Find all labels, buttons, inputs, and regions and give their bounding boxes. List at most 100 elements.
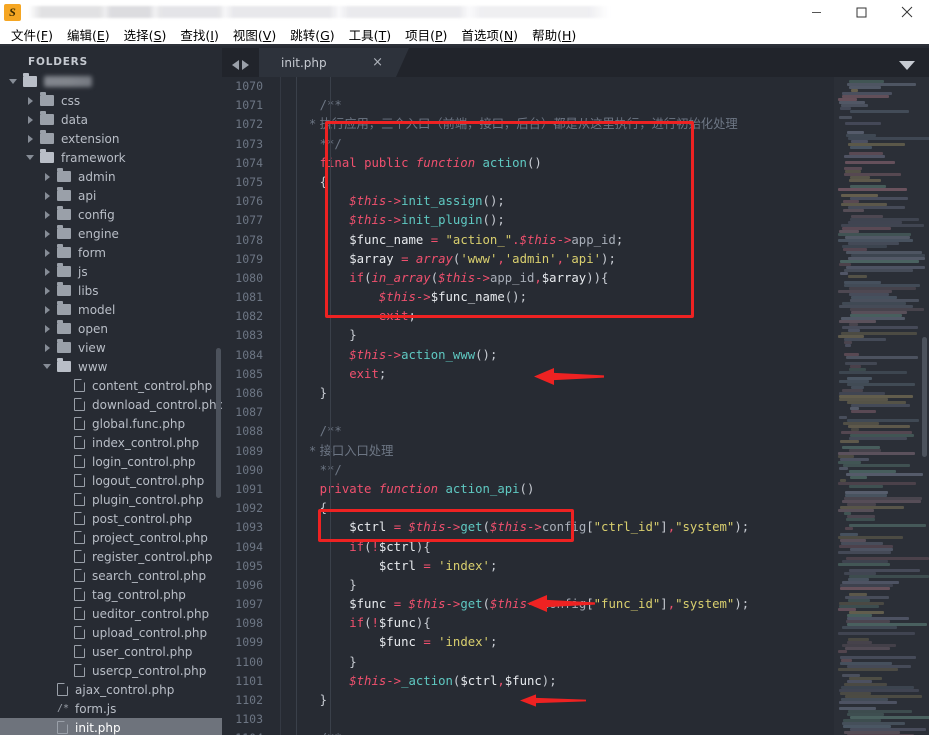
chevron-right-icon[interactable]: [25, 133, 36, 144]
code-line[interactable]: /**: [290, 422, 834, 441]
tree-file-row[interactable]: user_control.php: [0, 642, 222, 661]
tab-init-php[interactable]: init.php ×: [259, 48, 409, 77]
code-line[interactable]: }: [290, 576, 834, 595]
menu-item-1[interactable]: 文件(F): [4, 24, 60, 45]
chevron-right-icon[interactable]: [42, 228, 53, 239]
chevron-right-icon[interactable]: [42, 323, 53, 334]
tree-folder-row[interactable]: open: [0, 319, 222, 338]
tree-file-row[interactable]: search_control.php: [0, 566, 222, 585]
code-editing-area[interactable]: 1070107110721073107410751076107710781079…: [222, 77, 929, 735]
tree-folder-row[interactable]: [0, 72, 222, 91]
tree-file-row[interactable]: index_control.php: [0, 433, 222, 452]
tree-file-row[interactable]: /*form.js: [0, 699, 222, 718]
code-minimap[interactable]: [834, 77, 929, 735]
tree-folder-row[interactable]: framework: [0, 148, 222, 167]
code-line[interactable]: $array = array('www','admin','api');: [290, 250, 834, 269]
chevron-down-icon[interactable]: [25, 152, 36, 163]
tree-folder-row[interactable]: model: [0, 300, 222, 319]
tree-folder-row[interactable]: js: [0, 262, 222, 281]
folder-tree-list[interactable]: cssdataextensionframeworkadminapiconfige…: [0, 72, 222, 735]
tree-file-row[interactable]: tag_control.php: [0, 585, 222, 604]
chevron-right-icon[interactable]: [42, 266, 53, 277]
code-line[interactable]: private function action_api(): [290, 480, 834, 499]
tree-file-row[interactable]: ajax_control.php: [0, 680, 222, 699]
tree-file-row[interactable]: project_control.php: [0, 528, 222, 547]
tree-file-row[interactable]: ueditor_control.php: [0, 604, 222, 623]
tree-folder-row[interactable]: data: [0, 110, 222, 129]
code-line[interactable]: }: [290, 691, 834, 710]
code-line[interactable]: if(!$func){: [290, 614, 834, 633]
menu-item-8[interactable]: 项目(P): [398, 24, 454, 45]
tree-folder-row[interactable]: api: [0, 186, 222, 205]
tree-folder-row[interactable]: admin: [0, 167, 222, 186]
tree-folder-row[interactable]: engine: [0, 224, 222, 243]
code-line[interactable]: {: [290, 173, 834, 192]
code-line[interactable]: $this->init_plugin();: [290, 211, 834, 230]
code-line[interactable]: $ctrl = 'index';: [290, 557, 834, 576]
code-line[interactable]: $ctrl = $this->get($this->config["ctrl_i…: [290, 518, 834, 537]
code-line[interactable]: * 接口入口处理: [290, 442, 834, 461]
chevron-down-icon[interactable]: [42, 361, 53, 372]
minimize-icon[interactable]: [794, 0, 839, 24]
code-line[interactable]: $this->init_assign();: [290, 192, 834, 211]
menu-item-10[interactable]: 帮助(H): [525, 24, 583, 45]
tree-file-row[interactable]: post_control.php: [0, 509, 222, 528]
chevron-down-icon[interactable]: [899, 61, 915, 70]
menu-item-5[interactable]: 视图(V): [226, 24, 283, 45]
sidebar-file-tree[interactable]: FOLDERS cssdataextensionframeworkadminap…: [0, 48, 222, 735]
code-line[interactable]: if(!$ctrl){: [290, 538, 834, 557]
code-line[interactable]: if(in_array($this->app_id,$array)){: [290, 269, 834, 288]
chevron-right-icon[interactable]: [42, 209, 53, 220]
code-line[interactable]: * 执行应用，三个入口（前端，接口，后台）都是从这里执行，进行初始化处理: [290, 115, 834, 134]
menu-item-6[interactable]: 跳转(G): [283, 24, 341, 45]
tree-file-row[interactable]: login_control.php: [0, 452, 222, 471]
code-line[interactable]: }: [290, 326, 834, 345]
maximize-icon[interactable]: [839, 0, 884, 24]
minimap-scrollbar[interactable]: [922, 337, 927, 457]
code-line[interactable]: exit;: [290, 307, 834, 326]
tree-folder-row[interactable]: config: [0, 205, 222, 224]
tree-file-row[interactable]: usercp_control.php: [0, 661, 222, 680]
code-line[interactable]: $func_name = "action_".$this->app_id;: [290, 231, 834, 250]
code-line[interactable]: **/: [290, 461, 834, 480]
tree-folder-row[interactable]: extension: [0, 129, 222, 148]
chevron-right-icon[interactable]: [25, 95, 36, 106]
code-line[interactable]: /**: [290, 729, 834, 735]
tree-file-row[interactable]: register_control.php: [0, 547, 222, 566]
menu-item-9[interactable]: 首选项(N): [454, 24, 525, 45]
code-line[interactable]: final public function action(): [290, 154, 834, 173]
code-line[interactable]: }: [290, 384, 834, 403]
code-line[interactable]: $this->action_www();: [290, 346, 834, 365]
chevron-right-icon[interactable]: [42, 190, 53, 201]
tab-nav-arrows[interactable]: [222, 60, 259, 77]
code-line[interactable]: exit;: [290, 365, 834, 384]
chevron-right-icon[interactable]: [42, 285, 53, 296]
code-line[interactable]: }: [290, 653, 834, 672]
menu-item-2[interactable]: 编辑(E): [60, 24, 117, 45]
tree-file-row[interactable]: download_control.php: [0, 395, 222, 414]
menu-item-7[interactable]: 工具(T): [342, 24, 398, 45]
code-line[interactable]: [290, 77, 834, 96]
tree-folder-row[interactable]: form: [0, 243, 222, 262]
code-line[interactable]: /**: [290, 96, 834, 115]
tab-close-icon[interactable]: ×: [372, 56, 383, 69]
tree-file-row[interactable]: logout_control.php: [0, 471, 222, 490]
nav-back-icon[interactable]: [232, 60, 239, 70]
code-line[interactable]: $this->$func_name();: [290, 288, 834, 307]
chevron-right-icon[interactable]: [25, 114, 36, 125]
tree-file-row[interactable]: upload_control.php: [0, 623, 222, 642]
tree-folder-row[interactable]: css: [0, 91, 222, 110]
tree-file-row[interactable]: content_control.php: [0, 376, 222, 395]
tree-file-row[interactable]: plugin_control.php: [0, 490, 222, 509]
close-icon[interactable]: [884, 0, 929, 24]
nav-forward-icon[interactable]: [242, 60, 249, 70]
menu-item-4[interactable]: 查找(I): [173, 24, 225, 45]
code-line[interactable]: $this->_action($ctrl,$func);: [290, 672, 834, 691]
tree-folder-row[interactable]: www: [0, 357, 222, 376]
tree-file-row[interactable]: global.func.php: [0, 414, 222, 433]
code-line[interactable]: **/: [290, 135, 834, 154]
code-line[interactable]: [290, 403, 834, 422]
tree-folder-row[interactable]: libs: [0, 281, 222, 300]
chevron-right-icon[interactable]: [42, 304, 53, 315]
source-code-text[interactable]: /** * 执行应用，三个入口（前端，接口，后台）都是从这里执行，进行初始化处理…: [272, 77, 834, 735]
